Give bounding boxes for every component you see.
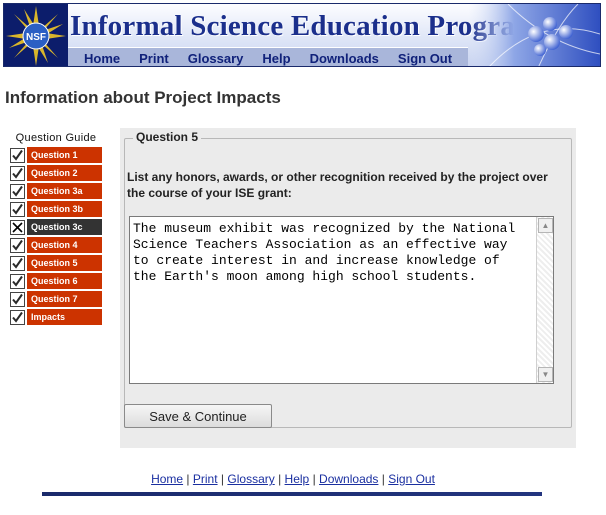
footer-downloads-link[interactable]: Downloads: [319, 472, 378, 486]
question-panel: Question 5 List any honors, awards, or o…: [120, 128, 576, 448]
guide-item[interactable]: Question 3b: [10, 200, 102, 218]
footer-divider: [42, 492, 542, 496]
footer-separator: |: [278, 472, 282, 486]
footer-separator: |: [220, 472, 225, 486]
site-banner: NSF Informal Science Education Program H…: [3, 3, 601, 67]
svg-text:NSF: NSF: [26, 32, 46, 43]
nav-sign-out-link[interactable]: Sign Out: [398, 51, 452, 66]
guide-item-label[interactable]: Question 6: [27, 273, 102, 289]
answer-text[interactable]: The museum exhibit was recognized by the…: [133, 221, 533, 285]
footer-print-link[interactable]: Print: [193, 472, 218, 486]
guide-item[interactable]: Question 3c: [10, 218, 102, 236]
guide-item-label[interactable]: Question 2: [27, 165, 102, 181]
nav-glossary-link[interactable]: Glossary: [188, 51, 244, 66]
question-guide-list: Question 1 Question 2 Question 3a Question …: [10, 146, 102, 326]
checkmark-icon: [10, 165, 25, 181]
guide-item-label[interactable]: Question 3c: [27, 219, 102, 235]
checkmark-icon: [10, 201, 25, 217]
scroll-up-arrow-icon[interactable]: ▲: [538, 218, 553, 233]
page-title: Information about Project Impacts: [5, 88, 281, 107]
guide-item-label[interactable]: Question 3b: [27, 201, 102, 217]
guide-item-label[interactable]: Impacts: [27, 309, 102, 325]
checkmark-icon: [10, 273, 25, 289]
save-continue-button[interactable]: Save & Continue: [124, 404, 272, 428]
current-x-icon: [10, 219, 25, 235]
guide-item-label[interactable]: Question 4: [27, 237, 102, 253]
nav-print-link[interactable]: Print: [139, 51, 169, 66]
scroll-down-arrow-icon[interactable]: ▼: [538, 367, 553, 382]
checkmark-icon: [10, 291, 25, 307]
answer-scrollbar[interactable]: ▲ ▼: [536, 217, 553, 383]
footer-help-link[interactable]: Help: [285, 472, 310, 486]
guide-item[interactable]: Question 5: [10, 254, 102, 272]
checkmark-icon: [10, 183, 25, 199]
checkmark-icon: [10, 255, 25, 271]
footer-sign-out-link[interactable]: Sign Out: [388, 472, 435, 486]
answer-textarea[interactable]: The museum exhibit was recognized by the…: [129, 216, 554, 384]
footer-glossary-link[interactable]: Glossary: [227, 472, 274, 486]
checkmark-icon: [10, 309, 25, 325]
guide-item[interactable]: Question 1: [10, 146, 102, 164]
guide-item-label[interactable]: Question 7: [27, 291, 102, 307]
guide-item[interactable]: Question 6: [10, 272, 102, 290]
question-guide: Question Guide Question 1 Question 2 Quest…: [10, 132, 102, 326]
question-fieldset: Question 5 List any honors, awards, or o…: [124, 130, 572, 428]
molecule-illustration: [468, 4, 600, 66]
guide-item[interactable]: Impacts: [10, 308, 102, 326]
footer-separator: |: [186, 472, 190, 486]
checkmark-icon: [10, 237, 25, 253]
guide-item[interactable]: Question 2: [10, 164, 102, 182]
footer-separator: |: [381, 472, 385, 486]
checkmark-icon: [10, 147, 25, 163]
footer-nav: Home | Print | Glossary | Help | Downloa…: [0, 472, 586, 486]
nav-home-link[interactable]: Home: [84, 51, 120, 66]
footer-home-link[interactable]: Home: [151, 472, 183, 486]
guide-item-label[interactable]: Question 5: [27, 255, 102, 271]
nav-help-link[interactable]: Help: [262, 51, 290, 66]
top-nav: Home Print Glossary Help Downloads Sign …: [68, 47, 468, 66]
guide-item[interactable]: Question 3a: [10, 182, 102, 200]
guide-item[interactable]: Question 4: [10, 236, 102, 254]
question-guide-title: Question Guide: [15, 132, 97, 144]
nav-downloads-link[interactable]: Downloads: [310, 51, 379, 66]
guide-item-label[interactable]: Question 3a: [27, 183, 102, 199]
nsf-logo: NSF: [4, 4, 68, 66]
guide-item-label[interactable]: Question 1: [27, 147, 102, 163]
guide-item[interactable]: Question 7: [10, 290, 102, 308]
question-prompt: List any honors, awards, or other recogn…: [127, 170, 548, 200]
footer-separator: |: [312, 472, 316, 486]
question-legend: Question 5: [133, 130, 202, 144]
